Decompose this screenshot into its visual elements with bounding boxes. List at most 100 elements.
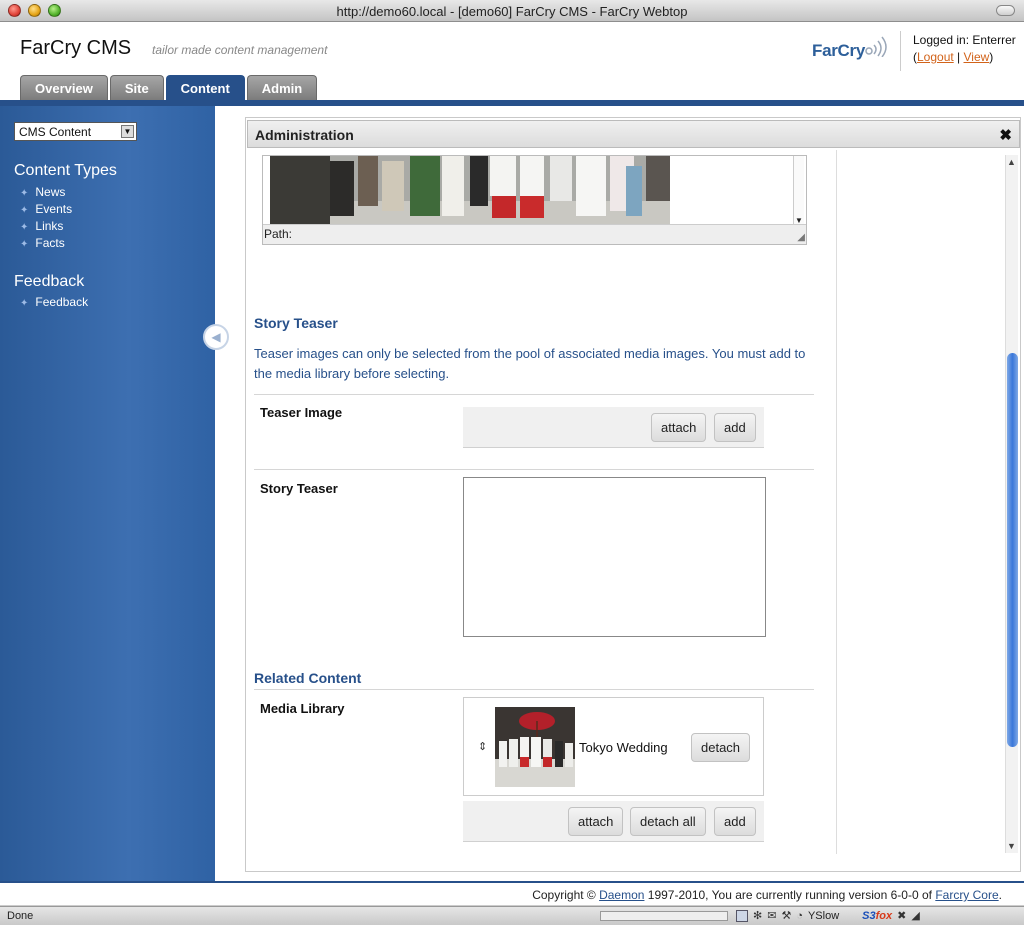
tab-overview[interactable]: Overview <box>20 75 108 101</box>
snowflake-icon[interactable]: ✻ <box>753 909 762 922</box>
editor-scrollbar[interactable]: ▼ <box>793 156 804 226</box>
media-library-label: Media Library <box>260 701 345 716</box>
farcry-logo: FarCry <box>812 41 866 60</box>
sidebar-item-label: News <box>35 185 66 199</box>
scroll-up-icon[interactable]: ▲ <box>1007 157 1016 167</box>
bullet-icon: ✦ <box>20 222 29 233</box>
column-divider <box>836 150 837 854</box>
media-library-list: ⇕ Tokyo Wedding detach <box>463 697 764 796</box>
link-separator: | <box>953 50 964 64</box>
sidebar: CMS Content ▼ Content Types ✦ News ✦ Event… <box>0 106 215 881</box>
panel-title: Administration <box>255 127 354 143</box>
window-titlebar: http://demo60.local - [demo60] FarCry CM… <box>0 0 1024 22</box>
teaser-attach-button[interactable]: attach <box>651 413 707 442</box>
content-type-select[interactable]: CMS Content ▼ <box>14 122 137 141</box>
tab-content[interactable]: Content <box>165 75 245 101</box>
teaser-help-text: Teaser images can only be selected from … <box>254 346 806 381</box>
addon-grid-icon[interactable] <box>736 909 748 922</box>
select-value: CMS Content <box>19 125 92 139</box>
sidebar-item-feedback[interactable]: ✦ Feedback <box>20 295 88 309</box>
logged-in-text: Logged in: Enterrer <box>913 33 1016 47</box>
detach-button[interactable]: detach <box>691 733 751 762</box>
sidebar-item-label: Links <box>35 219 64 233</box>
story-teaser-heading: Story Teaser <box>254 315 338 331</box>
login-status: Logged in: Enterrer (Logout | View) <box>913 32 1016 66</box>
media-library-toolbar: attach detach all add <box>463 801 764 842</box>
view-link[interactable]: View <box>964 50 990 64</box>
bullet-icon: ✦ <box>20 205 29 216</box>
media-item-title: Tokyo Wedding <box>579 740 668 755</box>
toolbar-toggle-button[interactable] <box>996 5 1015 16</box>
statusbar-addons: ✻ ✉ ⚒ ◔ YSlow S3fox ✖ ◢ <box>736 909 920 922</box>
teaser-image-label: Teaser Image <box>260 405 343 420</box>
story-teaser-label: Story Teaser <box>260 481 338 496</box>
window-title: http://demo60.local - [demo60] FarCry CM… <box>336 4 688 19</box>
story-teaser-textarea[interactable] <box>463 477 766 637</box>
sidebar-item-news[interactable]: ✦ News <box>20 185 65 199</box>
speedometer-icon[interactable]: ◔ <box>796 910 803 922</box>
bullet-icon: ✦ <box>20 298 29 309</box>
sidebar-group-title: Feedback <box>14 273 85 290</box>
main-tabs: Overview Site Content Admin <box>20 75 318 101</box>
media-detach-all-button[interactable]: detach all <box>630 807 706 836</box>
header-divider <box>900 31 901 71</box>
chevron-down-icon: ▼ <box>121 125 134 138</box>
copyright-prefix: Copyright © <box>532 888 600 902</box>
page-footer: Copyright © Daemon 1997-2010, You are cu… <box>0 883 1024 906</box>
body-editor[interactable]: ▼ Path: ◢ <box>262 155 807 245</box>
paren-close: ) <box>989 50 994 64</box>
collapse-sidebar-button[interactable]: ◀ <box>203 324 229 350</box>
teaser-add-button[interactable]: add <box>714 413 756 442</box>
fox-text: fox <box>875 909 893 922</box>
panel-header: Administration ✖ <box>247 120 1020 148</box>
editor-path: Path: <box>263 224 806 244</box>
crowd-photo-image <box>270 156 670 226</box>
version-text: 1997-2010, You are currently running ver… <box>644 888 936 902</box>
scroll-down-icon[interactable]: ▼ <box>1007 841 1016 851</box>
resize-grip-icon[interactable]: ◢ <box>797 232 805 243</box>
sidebar-item-label: Events <box>35 202 73 216</box>
sidebar-item-events[interactable]: ✦ Events <box>20 202 72 216</box>
site-header: FarCry CMS tailor made content managemen… <box>0 23 1024 101</box>
sidebar-item-facts[interactable]: ✦ Facts <box>20 236 65 250</box>
progress-bar <box>600 911 728 921</box>
resize-icon[interactable]: ◢ <box>911 909 919 922</box>
copyright-suffix: . <box>998 888 1002 902</box>
teaser-image-toolbar: attach add <box>463 407 764 448</box>
daemon-link[interactable]: Daemon <box>599 888 644 902</box>
status-text: Done <box>7 910 34 922</box>
media-attach-button[interactable]: attach <box>568 807 624 836</box>
wedding-photo-image <box>495 707 575 787</box>
divider <box>254 394 814 395</box>
mail-icon[interactable]: ✉ <box>767 909 776 922</box>
bullet-icon: ✦ <box>20 188 29 199</box>
divider <box>254 689 814 690</box>
scrollbar-thumb[interactable] <box>1007 353 1018 747</box>
yslow-label[interactable]: YSlow <box>808 910 839 922</box>
copyright-text: Copyright © Daemon 1997-2010, You are cu… <box>532 888 1002 902</box>
browser-statusbar: Done ✻ ✉ ⚒ ◔ YSlow S3fox ✖ ◢ <box>0 906 1024 925</box>
s3fox-icon[interactable]: S3fox <box>862 910 892 922</box>
app-tagline: tailor made content management <box>152 43 328 57</box>
tools-icon[interactable]: ⚒ <box>781 909 791 922</box>
media-thumbnail <box>495 707 575 787</box>
related-content-heading: Related Content <box>254 670 362 686</box>
arrow-left-icon: ◀ <box>211 330 221 344</box>
logout-link[interactable]: Logout <box>917 50 954 64</box>
farcry-core-link[interactable]: Farcry Core <box>935 888 998 902</box>
tab-site[interactable]: Site <box>109 75 164 101</box>
divider <box>254 469 814 470</box>
addon-cross-icon[interactable]: ✖ <box>897 909 906 922</box>
tab-admin[interactable]: Admin <box>246 75 318 101</box>
signal-waves-icon <box>865 36 887 57</box>
sidebar-item-label: Feedback <box>35 295 89 309</box>
media-add-button[interactable]: add <box>714 807 756 836</box>
drag-handle-icon[interactable]: ⇕ <box>478 740 487 753</box>
app-title: FarCry CMS <box>20 37 132 59</box>
sidebar-item-label: Facts <box>35 236 65 250</box>
editor-photo <box>270 156 670 226</box>
bullet-icon: ✦ <box>20 239 29 250</box>
panel-scrollbar[interactable]: ▲ ▼ <box>1005 155 1018 853</box>
sidebar-item-links[interactable]: ✦ Links <box>20 219 63 233</box>
close-icon[interactable]: ✖ <box>999 126 1012 144</box>
